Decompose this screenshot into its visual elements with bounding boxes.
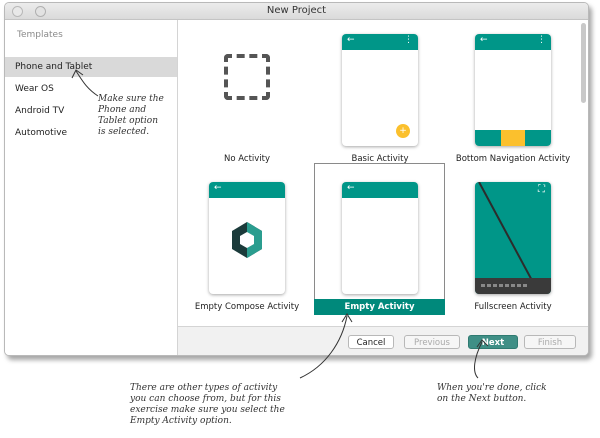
expand-icon: ⛶: [538, 184, 545, 195]
compose-logo-icon: [232, 222, 262, 258]
gallery-scrollbar[interactable]: [581, 23, 586, 103]
template-label: Bottom Navigation Activity: [455, 154, 571, 164]
template-label: Empty Compose Activity: [194, 302, 300, 312]
template-basic-activity[interactable]: ← ⋮ + Basic Activity: [316, 28, 444, 168]
template-fullscreen-activity[interactable]: ⛶ Fullscreen Activity: [449, 176, 577, 316]
templates-sidebar: Templates Phone and Tablet Wear OS Andro…: [5, 20, 178, 355]
activity-types-annotation: There are other types of activity you ca…: [130, 383, 285, 426]
phone-preview: ←: [209, 182, 285, 294]
cancel-button[interactable]: Cancel: [348, 335, 394, 349]
phone-preview: ← ⋮: [475, 34, 551, 146]
phone-preview: ← ⋮ +: [342, 34, 418, 146]
next-button[interactable]: Next: [468, 335, 518, 349]
phone-preview: ←: [342, 182, 418, 294]
template-label: Fullscreen Activity: [474, 302, 552, 312]
bottom-nav-selected-item: [501, 130, 525, 146]
app-bar: ←: [209, 182, 285, 198]
title-bar: New Project: [5, 3, 588, 20]
back-arrow-icon: ←: [347, 35, 355, 45]
new-project-window: New Project Templates Phone and Tablet W…: [4, 2, 589, 356]
template-no-activity[interactable]: No Activity: [183, 28, 311, 168]
app-bar: ←: [342, 182, 418, 198]
finish-button[interactable]: Finish: [524, 335, 576, 349]
back-arrow-icon: ←: [214, 183, 222, 193]
app-bar: ← ⋮: [475, 34, 551, 50]
sidebar-header: Templates: [17, 30, 63, 40]
template-empty-activity[interactable]: ←: [316, 176, 444, 316]
phone-preview: ⛶: [475, 182, 551, 294]
back-arrow-icon: ←: [347, 183, 355, 193]
overflow-menu-icon: ⋮: [537, 35, 546, 45]
back-arrow-icon: ←: [480, 35, 488, 45]
no-activity-placeholder-icon: [224, 54, 270, 100]
previous-button[interactable]: Previous: [404, 335, 460, 349]
template-gallery: No Activity ← ⋮ + Basic Activity ← ⋮ Bot…: [178, 20, 588, 326]
overflow-menu-icon: ⋮: [404, 35, 413, 45]
fab-icon: +: [396, 124, 410, 138]
sidebar-annotation: Make sure the Phone and Tablet option is…: [98, 94, 164, 137]
fullscreen-diagonal: [475, 182, 551, 294]
selected-template-label[interactable]: Empty Activity: [314, 299, 445, 315]
template-empty-compose-activity[interactable]: ← Empty Compose Activity: [183, 176, 311, 316]
sidebar-item-phone-and-tablet[interactable]: Phone and Tablet: [5, 57, 177, 77]
app-bar: ← ⋮: [342, 34, 418, 50]
template-label: No Activity: [223, 154, 271, 164]
window-title: New Project: [266, 5, 327, 16]
bottom-navigation-bar: [475, 130, 551, 146]
dialog-footer: Cancel Previous Next Finish: [178, 326, 588, 355]
template-bottom-navigation-activity[interactable]: ← ⋮ Bottom Navigation Activity: [449, 28, 577, 168]
next-button-annotation: When you're done, click on the Next butt…: [437, 383, 547, 404]
